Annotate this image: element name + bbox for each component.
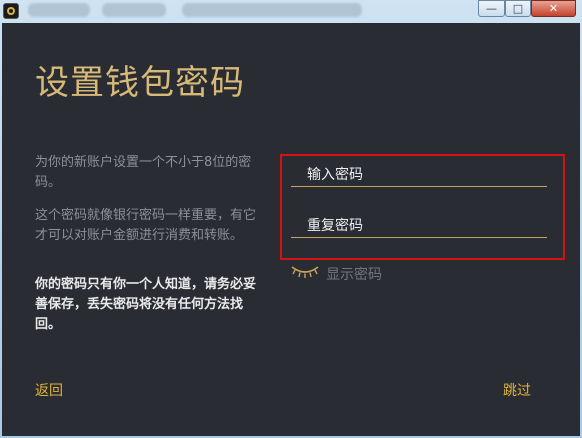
back-link[interactable]: 返回 [35,380,63,400]
blurred-title-segment [28,3,90,17]
show-password-toggle[interactable]: 显示密码 [326,264,382,284]
highlight-box [280,154,565,260]
app-logo-icon [3,3,19,19]
eye-closed-icon[interactable] [290,263,320,279]
title-bar[interactable]: — □ ✕ [0,0,582,22]
maximize-button[interactable]: □ [505,0,531,17]
minimize-button[interactable]: — [478,0,505,17]
blurred-title-segment [102,3,166,17]
description-importance: 这个密码就像银行密码一样重要，有它才可以对账户金额进行消费和转账。 [35,208,257,243]
close-button[interactable]: ✕ [531,0,576,17]
skip-link[interactable]: 跳过 [503,380,531,400]
description-min-length: 为你的新账户设置一个不小于8位的密码。 [35,155,252,190]
window-frame: — □ ✕ 设置钱包密码 为你的新账户设置一个不小于8位的密码。 这个密码就像银… [0,0,582,438]
page-title: 设置钱包密码 [35,63,245,103]
blurred-title-segment [182,3,362,17]
warning-text: 你的密码只有你一个人知道，请务必妥善保存，丢失密码将没有任何方法找回。 [35,277,257,332]
